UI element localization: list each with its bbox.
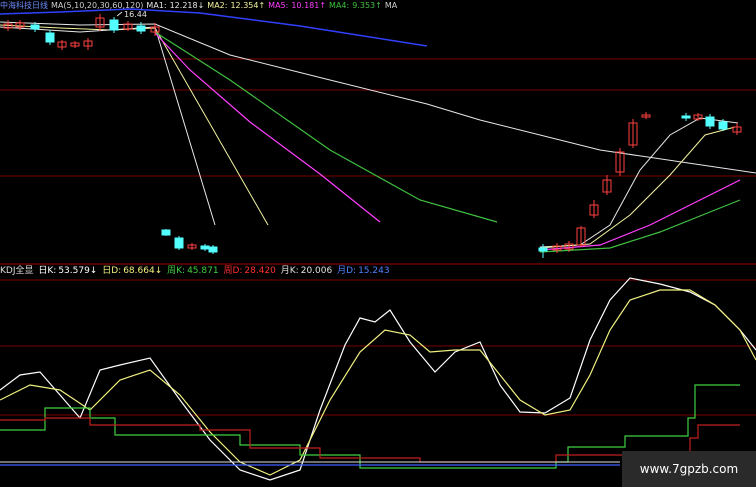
month-k-value: 20.006	[300, 266, 333, 276]
watermark: www.7gpzb.com	[622, 451, 756, 487]
candle-body	[174, 237, 184, 249]
ma-params: MA(5,10,20,30,60,120)	[51, 1, 144, 10]
week-d-value: 28.420	[244, 266, 276, 276]
ma6-line	[0, 8, 428, 47]
ma-legend: 中海科技日线 MA(5,10,20,30,60,120) MA1: 12.218↓ MA…	[0, 0, 400, 11]
candle-body	[161, 229, 171, 236]
high-marker-label: 16.44	[124, 10, 147, 19]
week-d-label: 周D:	[223, 266, 243, 276]
ma2-label: MA2:	[207, 1, 228, 10]
kdj-legend: KDJ全显 日K: 53.579↓ 日D: 68.664↓ 周K: 45.871 周D…	[0, 265, 392, 278]
ma2-value: 12.354↑	[230, 1, 266, 10]
candle-body	[208, 246, 218, 253]
week-k-label: 周K:	[167, 266, 186, 276]
stock-name: 中海科技日线	[0, 1, 48, 10]
ma4-value: 9.353↑	[352, 1, 382, 10]
candle-body	[109, 19, 119, 31]
candle-body	[538, 247, 548, 252]
stock-chart: 16.44	[0, 8, 756, 481]
ma1-right-line	[539, 117, 739, 248]
day-k-label: 日K:	[38, 266, 57, 276]
ma1-value: 12.218↓	[169, 1, 205, 10]
week-k-value: 45.871	[187, 266, 219, 276]
high-marker-arrow	[116, 11, 123, 17]
day-d-label: 日D:	[102, 266, 122, 276]
ma3-line	[154, 32, 381, 223]
candle-body	[200, 245, 210, 250]
kdj-name: KDJ全显	[0, 266, 34, 276]
kdj-d-line	[0, 289, 756, 476]
ma1-steep-line	[0, 26, 216, 226]
candle-body	[136, 25, 146, 32]
ma4-line	[154, 31, 498, 223]
day-k-value: 53.579↓	[58, 266, 98, 276]
candle-body	[681, 115, 691, 119]
ma2-line	[0, 24, 269, 226]
ma-tail: MA	[384, 1, 398, 10]
ma1-line	[0, 21, 756, 174]
day-d-value: 68.664↓	[123, 266, 163, 276]
ma5-label: MA5:	[268, 1, 289, 10]
candle-body	[705, 116, 715, 127]
candle-body	[30, 24, 40, 30]
ma5-value: 10.181↑	[291, 1, 327, 10]
ma3-right-line	[539, 179, 741, 251]
month-k-label: 月K:	[280, 266, 299, 276]
kdj-k-line	[0, 277, 756, 481]
ma4-label: MA4:	[329, 1, 350, 10]
candle-body	[718, 121, 728, 130]
month-d-value: 15.243	[358, 266, 390, 276]
candle-body	[45, 32, 55, 43]
ma1-label: MA1:	[146, 1, 167, 10]
month-d-label: 月D:	[337, 266, 357, 276]
